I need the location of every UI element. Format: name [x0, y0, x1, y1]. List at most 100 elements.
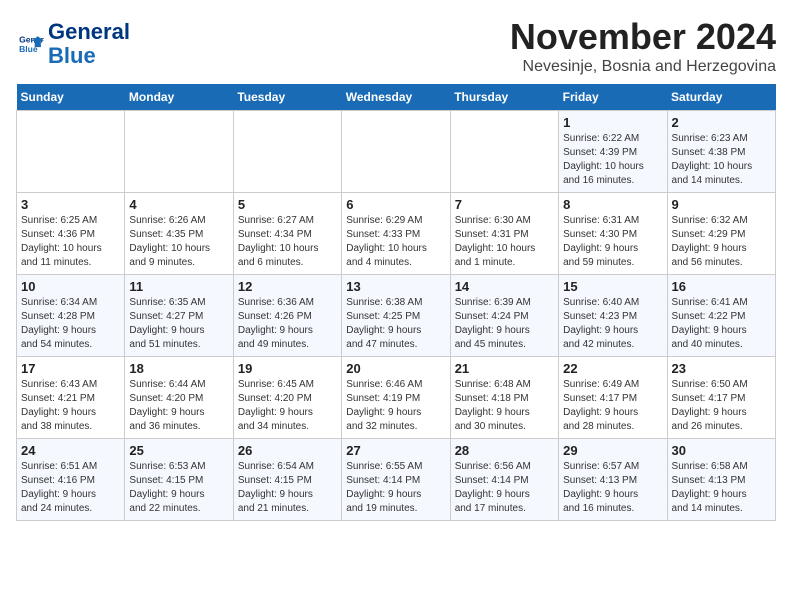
calendar-cell: 8 Sunrise: 6:31 AMSunset: 4:30 PMDaylight…: [559, 193, 667, 275]
title-block: November 2024 Nevesinje, Bosnia and Herz…: [510, 16, 776, 76]
day-info: Sunrise: 6:50 AMSunset: 4:17 PMDaylight:…: [672, 379, 748, 432]
day-info: Sunrise: 6:25 AMSunset: 4:36 PMDaylight:…: [21, 215, 102, 268]
calendar-cell: 3 Sunrise: 6:25 AMSunset: 4:36 PMDaylight…: [17, 193, 125, 275]
calendar-cell: 15 Sunrise: 6:40 AMSunset: 4:23 PMDayligh…: [559, 275, 667, 357]
calendar-week-row: 24 Sunrise: 6:51 AMSunset: 4:16 PMDayligh…: [17, 439, 776, 521]
calendar-cell: 17Sunrise: 6:43 AMSunset: 4:21 PMDayligh…: [17, 357, 125, 439]
day-info: Sunrise: 6:49 AMSunset: 4:17 PMDaylight:…: [563, 379, 639, 432]
day-number: 5: [238, 197, 337, 212]
calendar-cell: 4 Sunrise: 6:26 AMSunset: 4:35 PMDaylight…: [125, 193, 233, 275]
day-info: Sunrise: 6:30 AMSunset: 4:31 PMDaylight:…: [455, 215, 536, 268]
month-title: November 2024: [510, 16, 776, 58]
day-number: 18: [129, 361, 228, 376]
day-info: Sunrise: 6:38 AMSunset: 4:25 PMDaylight:…: [346, 297, 422, 350]
day-number: 10: [21, 279, 120, 294]
day-number: 11: [129, 279, 228, 294]
calendar-cell: 1Sunrise: 6:22 AMSunset: 4:39 PMDaylight…: [559, 111, 667, 193]
day-info: Sunrise: 6:26 AMSunset: 4:35 PMDaylight:…: [129, 215, 210, 268]
day-number: 9: [672, 197, 771, 212]
calendar-cell: [125, 111, 233, 193]
calendar-cell: [17, 111, 125, 193]
calendar-cell: 2Sunrise: 6:23 AMSunset: 4:38 PMDaylight…: [667, 111, 775, 193]
day-number: 15: [563, 279, 662, 294]
day-info: Sunrise: 6:31 AMSunset: 4:30 PMDaylight:…: [563, 215, 639, 268]
day-info: Sunrise: 6:55 AMSunset: 4:14 PMDaylight:…: [346, 461, 422, 514]
day-info: Sunrise: 6:36 AMSunset: 4:26 PMDaylight:…: [238, 297, 314, 350]
calendar-cell: 9 Sunrise: 6:32 AMSunset: 4:29 PMDaylight…: [667, 193, 775, 275]
day-number: 8: [563, 197, 662, 212]
day-info: Sunrise: 6:27 AMSunset: 4:34 PMDaylight:…: [238, 215, 319, 268]
calendar-table: SundayMondayTuesdayWednesdayThursdayFrid…: [16, 84, 776, 521]
day-number: 4: [129, 197, 228, 212]
day-info: Sunrise: 6:48 AMSunset: 4:18 PMDaylight:…: [455, 379, 531, 432]
day-number: 6: [346, 197, 445, 212]
day-info: Sunrise: 6:57 AMSunset: 4:13 PMDaylight:…: [563, 461, 639, 514]
day-info: Sunrise: 6:23 AMSunset: 4:38 PMDaylight:…: [672, 133, 753, 186]
calendar-cell: [233, 111, 341, 193]
day-info: Sunrise: 6:51 AMSunset: 4:16 PMDaylight:…: [21, 461, 97, 514]
calendar-cell: 29 Sunrise: 6:57 AMSunset: 4:13 PMDayligh…: [559, 439, 667, 521]
calendar-cell: 30Sunrise: 6:58 AMSunset: 4:13 PMDayligh…: [667, 439, 775, 521]
logo-text-line1: General: [48, 20, 130, 44]
weekday-header: Thursday: [450, 84, 558, 111]
day-number: 14: [455, 279, 554, 294]
day-number: 27: [346, 443, 445, 458]
calendar-cell: 26 Sunrise: 6:54 AMSunset: 4:15 PMDayligh…: [233, 439, 341, 521]
logo: General Blue General Blue: [16, 20, 130, 68]
calendar-cell: [342, 111, 450, 193]
day-info: Sunrise: 6:41 AMSunset: 4:22 PMDaylight:…: [672, 297, 748, 350]
day-info: Sunrise: 6:35 AMSunset: 4:27 PMDaylight:…: [129, 297, 205, 350]
calendar-header: SundayMondayTuesdayWednesdayThursdayFrid…: [17, 84, 776, 111]
calendar-cell: 12 Sunrise: 6:36 AMSunset: 4:26 PMDayligh…: [233, 275, 341, 357]
weekday-header: Monday: [125, 84, 233, 111]
weekday-header: Wednesday: [342, 84, 450, 111]
day-number: 1: [563, 115, 662, 130]
day-info: Sunrise: 6:44 AMSunset: 4:20 PMDaylight:…: [129, 379, 205, 432]
calendar-week-row: 10Sunrise: 6:34 AMSunset: 4:28 PMDayligh…: [17, 275, 776, 357]
day-info: Sunrise: 6:53 AMSunset: 4:15 PMDaylight:…: [129, 461, 205, 514]
weekday-row: SundayMondayTuesdayWednesdayThursdayFrid…: [17, 84, 776, 111]
day-info: Sunrise: 6:58 AMSunset: 4:13 PMDaylight:…: [672, 461, 748, 514]
calendar-cell: 5 Sunrise: 6:27 AMSunset: 4:34 PMDaylight…: [233, 193, 341, 275]
weekday-header: Friday: [559, 84, 667, 111]
calendar-cell: 28Sunrise: 6:56 AMSunset: 4:14 PMDayligh…: [450, 439, 558, 521]
calendar-week-row: 17Sunrise: 6:43 AMSunset: 4:21 PMDayligh…: [17, 357, 776, 439]
day-number: 23: [672, 361, 771, 376]
calendar-cell: 24 Sunrise: 6:51 AMSunset: 4:16 PMDayligh…: [17, 439, 125, 521]
day-number: 22: [563, 361, 662, 376]
logo-icon: General Blue: [16, 30, 44, 58]
day-info: Sunrise: 6:40 AMSunset: 4:23 PMDaylight:…: [563, 297, 639, 350]
day-number: 7: [455, 197, 554, 212]
day-number: 3: [21, 197, 120, 212]
calendar-cell: [450, 111, 558, 193]
day-number: 24: [21, 443, 120, 458]
day-number: 29: [563, 443, 662, 458]
day-number: 21: [455, 361, 554, 376]
calendar-cell: 25 Sunrise: 6:53 AMSunset: 4:15 PMDayligh…: [125, 439, 233, 521]
calendar-cell: 13 Sunrise: 6:38 AMSunset: 4:25 PMDayligh…: [342, 275, 450, 357]
day-info: Sunrise: 6:39 AMSunset: 4:24 PMDaylight:…: [455, 297, 531, 350]
day-number: 12: [238, 279, 337, 294]
calendar-week-row: 3 Sunrise: 6:25 AMSunset: 4:36 PMDaylight…: [17, 193, 776, 275]
calendar-cell: 14 Sunrise: 6:39 AMSunset: 4:24 PMDayligh…: [450, 275, 558, 357]
location: Nevesinje, Bosnia and Herzegovina: [510, 58, 776, 76]
day-number: 26: [238, 443, 337, 458]
calendar-cell: 7 Sunrise: 6:30 AMSunset: 4:31 PMDaylight…: [450, 193, 558, 275]
day-info: Sunrise: 6:45 AMSunset: 4:20 PMDaylight:…: [238, 379, 314, 432]
day-number: 16: [672, 279, 771, 294]
calendar-cell: 22 Sunrise: 6:49 AMSunset: 4:17 PMDayligh…: [559, 357, 667, 439]
day-number: 25: [129, 443, 228, 458]
day-info: Sunrise: 6:54 AMSunset: 4:15 PMDaylight:…: [238, 461, 314, 514]
day-info: Sunrise: 6:29 AMSunset: 4:33 PMDaylight:…: [346, 215, 427, 268]
day-info: Sunrise: 6:56 AMSunset: 4:14 PMDaylight:…: [455, 461, 531, 514]
day-info: Sunrise: 6:32 AMSunset: 4:29 PMDaylight:…: [672, 215, 748, 268]
weekday-header: Tuesday: [233, 84, 341, 111]
calendar-body: 1Sunrise: 6:22 AMSunset: 4:39 PMDaylight…: [17, 111, 776, 521]
header: General Blue General Blue November 2024 …: [16, 16, 776, 76]
weekday-header: Saturday: [667, 84, 775, 111]
calendar-cell: 11 Sunrise: 6:35 AMSunset: 4:27 PMDayligh…: [125, 275, 233, 357]
calendar-cell: 18 Sunrise: 6:44 AMSunset: 4:20 PMDayligh…: [125, 357, 233, 439]
day-number: 13: [346, 279, 445, 294]
calendar-week-row: 1Sunrise: 6:22 AMSunset: 4:39 PMDaylight…: [17, 111, 776, 193]
day-number: 19: [238, 361, 337, 376]
